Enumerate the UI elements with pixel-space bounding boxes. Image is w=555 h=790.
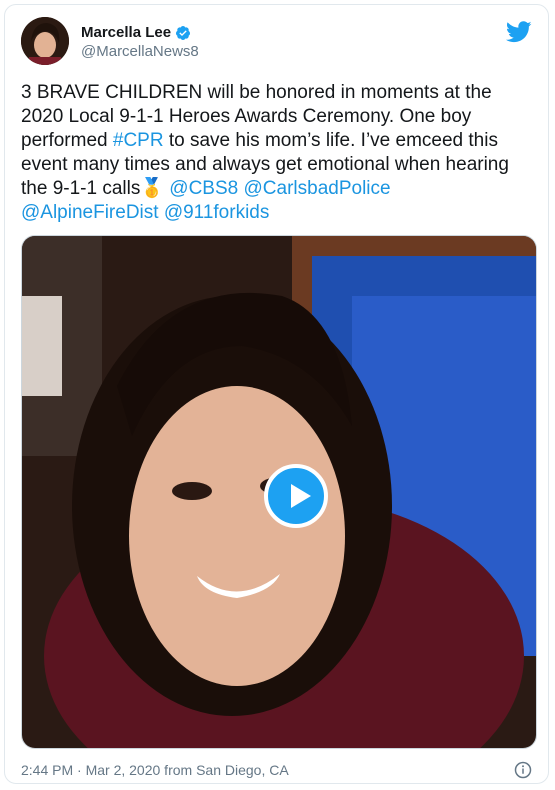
play-icon[interactable] <box>264 464 328 528</box>
tweet-header: Marcella Lee @MarcellaNews8 <box>21 17 532 69</box>
medal-emoji: 🥇 <box>140 178 165 199</box>
tweet-text: 3 BRAVE CHILDREN will be honored in mome… <box>21 81 533 225</box>
author-names[interactable]: Marcella Lee @MarcellaNews8 <box>81 23 199 62</box>
author-handle: @MarcellaNews8 <box>81 43 199 60</box>
verified-badge-icon <box>176 25 191 40</box>
mention-link[interactable]: @AlpineFireDist <box>21 202 159 223</box>
tweet-video[interactable] <box>21 235 537 749</box>
tweet-timestamp[interactable]: 2:44 PM · Mar 2, 2020 from San Diego, CA <box>21 762 289 778</box>
tweet-card: Marcella Lee @MarcellaNews8 3 BRAVE CHIL… <box>4 4 549 784</box>
info-icon[interactable] <box>514 761 532 779</box>
hashtag-link[interactable]: #CPR <box>113 130 164 151</box>
display-name-text: Marcella Lee <box>81 24 172 41</box>
mention-link[interactable]: @CarlsbadPolice <box>244 178 391 199</box>
mention-link[interactable]: @CBS8 <box>169 178 238 199</box>
author-display-name: Marcella Lee <box>81 23 199 42</box>
avatar[interactable] <box>21 17 69 65</box>
mention-link[interactable]: @911forkids <box>164 202 270 223</box>
twitter-bird-icon[interactable] <box>506 21 532 43</box>
